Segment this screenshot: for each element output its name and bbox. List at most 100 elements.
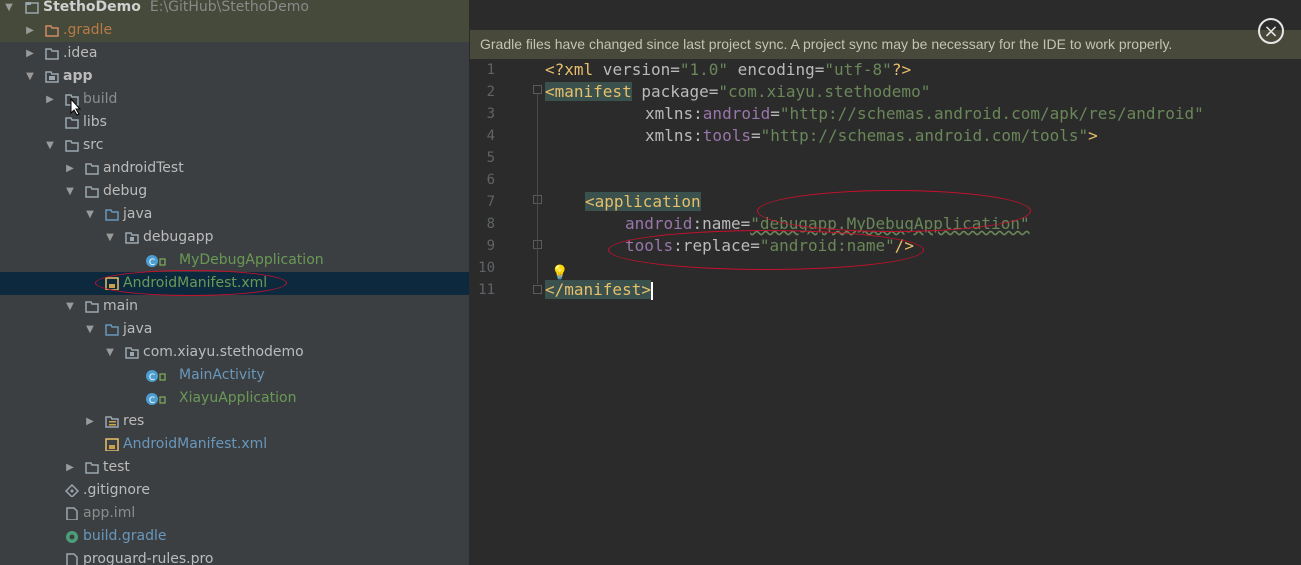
tree-row-main-java-folder[interactable]: ▼ java	[0, 318, 469, 341]
tree-label: java	[123, 206, 153, 222]
tree-label: .gradle	[63, 22, 113, 38]
line-number: 1	[486, 62, 495, 78]
tree-row-main-manifest-file[interactable]: AndroidManifest.xml	[0, 433, 469, 456]
tree-row-idea-folder[interactable]: ▶ .idea	[0, 42, 469, 65]
expand-arrow-icon[interactable]: ▶	[24, 19, 36, 42]
collapse-arrow-icon[interactable]: ▼	[64, 180, 76, 203]
collapse-arrow-icon[interactable]: ▼	[64, 295, 76, 318]
expand-arrow-icon[interactable]: ▶	[84, 410, 96, 433]
tree-row-androidtest-folder[interactable]: ▶ androidTest	[0, 157, 469, 180]
collapse-arrow-icon[interactable]: ▼	[44, 134, 56, 157]
class-icon: C	[146, 393, 166, 405]
folder-icon	[65, 117, 79, 129]
expand-arrow-icon[interactable]: ▶	[64, 456, 76, 479]
line-gutter: 1 2 3 4 5 6 7 8 9 10 11	[470, 59, 534, 565]
tree-label: MainActivity	[179, 367, 265, 383]
tree-row-xiayuapplication-class[interactable]: C XiayuApplication	[0, 387, 469, 410]
tree-row-gradle-folder[interactable]: ▶ .gradle	[0, 19, 469, 42]
collapse-arrow-icon[interactable]: ▼	[104, 226, 116, 249]
tree-row-gitignore-file[interactable]: .gitignore	[0, 479, 469, 502]
tree-label: java	[123, 321, 153, 337]
lightbulb-icon[interactable]: 💡	[551, 265, 568, 281]
svg-text:C: C	[149, 258, 155, 267]
tree-row-app-module[interactable]: ▼ app	[0, 65, 469, 88]
tree-label: test	[103, 459, 130, 475]
collapse-arrow-icon[interactable]: ▼	[84, 203, 96, 226]
folder-icon	[85, 163, 99, 175]
tree-row-test-folder[interactable]: ▶ test	[0, 456, 469, 479]
expand-arrow-icon[interactable]: ▶	[24, 42, 36, 65]
source-folder-icon	[105, 209, 119, 221]
fold-marker-icon[interactable]	[533, 85, 542, 94]
tree-label: debug	[103, 183, 148, 199]
tree-row-res-folder[interactable]: ▶ res	[0, 410, 469, 433]
tree-label: AndroidManifest.xml	[123, 436, 268, 452]
tree-label: MyDebugApplication	[179, 252, 324, 268]
collapse-arrow-icon[interactable]: ▼	[84, 318, 96, 341]
line-number: 9	[486, 238, 495, 254]
fold-marker-icon[interactable]	[533, 285, 542, 294]
code-line-4[interactable]: xmlns:tools="http://schemas.android.com/…	[645, 125, 1098, 147]
git-file-icon	[65, 484, 79, 497]
folder-icon	[45, 25, 59, 37]
tree-row-project[interactable]: ▼ StethoDemo E:\GitHub\StethoDemo	[0, 0, 469, 19]
code-line-2[interactable]: <manifest package="com.xiayu.stethodemo"	[545, 81, 930, 103]
expand-arrow-icon[interactable]: ▶	[44, 88, 56, 111]
code-editor[interactable]: Gradle files have changed since last pro…	[470, 0, 1301, 565]
tree-label: XiayuApplication	[179, 390, 297, 406]
tree-label: com.xiayu.stethodemo	[143, 344, 304, 360]
code-line-1[interactable]: <?xml version="1.0" encoding="utf-8"?>	[545, 59, 911, 81]
project-icon	[25, 2, 39, 14]
line-number: 4	[486, 128, 495, 144]
tree-label: app.iml	[83, 505, 136, 521]
tree-row-main-folder[interactable]: ▼ main	[0, 295, 469, 318]
line-number: 3	[486, 106, 495, 122]
folder-icon	[85, 186, 99, 198]
tree-label: debugapp	[143, 229, 214, 245]
project-tree[interactable]: ▼ StethoDemo E:\GitHub\StethoDemo ▶ .grad…	[0, 0, 469, 565]
code-line-3[interactable]: xmlns:android="http://schemas.android.co…	[645, 103, 1204, 125]
line-number: 6	[486, 172, 495, 188]
tree-label: src	[83, 137, 104, 153]
tree-row-proguard-file[interactable]: proguard-rules.pro	[0, 548, 469, 565]
tree-row-debug-java-folder[interactable]: ▼ java	[0, 203, 469, 226]
file-icon	[66, 507, 78, 520]
tree-row-debugapp-package[interactable]: ▼ debugapp	[0, 226, 469, 249]
code-line-7[interactable]: <application	[585, 191, 701, 213]
gradle-icon	[66, 531, 78, 543]
tree-row-main-package[interactable]: ▼ com.xiayu.stethodemo	[0, 341, 469, 364]
line-number: 5	[486, 150, 495, 166]
tree-label: .gitignore	[83, 482, 150, 498]
annotation-ellipse	[95, 270, 287, 296]
line-number: 8	[486, 216, 495, 232]
tree-row-src-folder[interactable]: ▼ src	[0, 134, 469, 157]
tree-row-mainactivity-class[interactable]: C MainActivity	[0, 364, 469, 387]
tree-row-buildgradle-file[interactable]: build.gradle	[0, 525, 469, 548]
tree-label: main	[103, 298, 138, 314]
annotation-ellipse	[608, 230, 924, 270]
code-line-11[interactable]: </manifest>	[545, 279, 653, 301]
file-icon	[66, 553, 78, 565]
class-icon: C	[146, 255, 166, 267]
module-icon	[45, 71, 59, 83]
package-icon	[125, 232, 139, 244]
source-folder-icon	[105, 324, 119, 336]
tree-row-appiml-file[interactable]: app.iml	[0, 502, 469, 525]
tree-row-mydebugapplication-class[interactable]: C MyDebugApplication	[0, 249, 469, 272]
collapse-arrow-icon[interactable]: ▼	[24, 65, 36, 88]
line-number: 10	[478, 260, 495, 276]
project-name: StethoDemo E:\GitHub\StethoDemo	[43, 0, 309, 15]
tree-label: .idea	[63, 45, 98, 61]
collapse-arrow-icon[interactable]: ▼	[104, 341, 116, 364]
line-number: 7	[486, 194, 495, 210]
tree-label: build	[83, 91, 118, 107]
class-icon: C	[146, 370, 166, 382]
tree-label: libs	[83, 114, 107, 130]
gradle-sync-notification: Gradle files have changed since last pro…	[470, 30, 1301, 59]
expand-arrow-icon[interactable]: ▶	[64, 157, 76, 180]
collapse-arrow-icon[interactable]: ▼	[3, 0, 15, 19]
package-icon	[125, 347, 139, 359]
mouse-cursor-icon	[70, 98, 82, 116]
close-icon[interactable]: ×	[1258, 18, 1284, 44]
tree-row-debug-folder[interactable]: ▼ debug	[0, 180, 469, 203]
